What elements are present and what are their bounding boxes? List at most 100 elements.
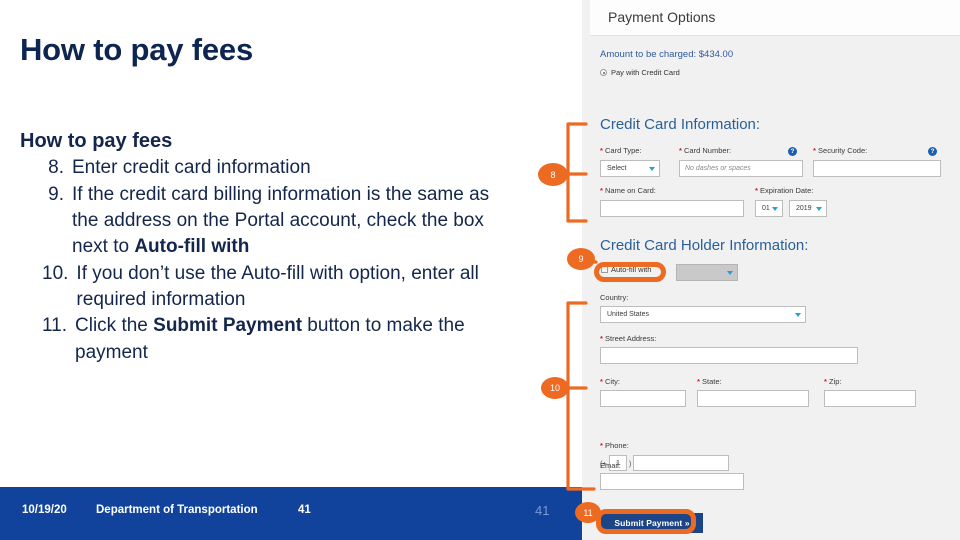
step-text-part: If you don’t use the Auto-fill with opti…	[76, 262, 479, 310]
email-label: Email:	[600, 461, 621, 470]
chevron-down-icon	[772, 207, 778, 211]
street-address-input[interactable]	[600, 347, 858, 364]
credit-card-holder-information-heading: Credit Card Holder Information:	[600, 237, 809, 254]
auto-fill-select-value	[677, 265, 737, 269]
required-marker: *	[697, 377, 700, 386]
security-code-label: * Security Code:	[813, 146, 867, 155]
required-marker: *	[600, 441, 603, 450]
step-text: Enter credit card information	[72, 155, 490, 181]
footer-organization: Department of Transportation	[96, 504, 258, 516]
required-marker: *	[600, 377, 603, 386]
required-marker: *	[755, 186, 758, 195]
phone-paren-right: )	[628, 458, 632, 468]
label-text: Street Address:	[605, 334, 657, 343]
required-marker: *	[600, 146, 603, 155]
label-text: Zip:	[829, 377, 842, 386]
label-text: City:	[605, 377, 621, 386]
callout-badge-9: 9	[567, 248, 595, 270]
chevron-down-icon	[649, 167, 655, 171]
required-marker: *	[813, 146, 816, 155]
phone-number-input[interactable]	[633, 455, 730, 471]
step-text-part: Click the	[75, 315, 154, 337]
security-code-help-icon[interactable]: ?	[928, 147, 937, 156]
step-text-part: Enter credit card information	[72, 157, 311, 179]
footer-page-number: 41	[535, 503, 550, 518]
step-number: 8.	[48, 157, 64, 179]
page-title: How to pay fees	[20, 32, 253, 67]
list-item: 9. If the credit card billing informatio…	[20, 182, 490, 261]
state-label: * State:	[697, 377, 722, 386]
label-text: Expiration Date:	[760, 186, 814, 195]
card-number-input[interactable]: No dashes or spaces	[679, 160, 803, 177]
highlight-auto-fill	[594, 262, 666, 282]
list-item: 8. Enter credit card information	[20, 155, 490, 181]
auto-fill-select[interactable]	[676, 264, 738, 281]
callout-badge-8: 8	[538, 163, 568, 186]
step-number: 11.	[42, 315, 68, 337]
name-on-card-label: * Name on Card:	[600, 186, 656, 195]
label-text: Email:	[600, 461, 621, 470]
callout-badge-10: 10	[541, 377, 569, 399]
instructions-block: How to pay fees 8. Enter credit card inf…	[20, 128, 490, 366]
state-input[interactable]	[697, 390, 809, 407]
label-text: Card Number:	[684, 146, 732, 155]
label-text: Country:	[600, 293, 629, 302]
zip-input[interactable]	[824, 390, 916, 407]
required-marker: *	[679, 146, 682, 155]
required-marker: *	[824, 377, 827, 386]
pay-radio-label: Pay with Credit Card	[611, 68, 680, 77]
app-header: Payment Options	[590, 0, 960, 36]
expiration-month-value: 01	[762, 205, 770, 212]
expiration-date-label: * Expiration Date:	[755, 186, 813, 195]
instructions-heading: How to pay fees	[20, 130, 173, 152]
step-text-bold: Auto-fill with	[134, 236, 250, 258]
city-label: * City:	[600, 377, 620, 386]
email-input[interactable]	[600, 473, 744, 490]
step-text: If you don’t use the Auto-fill with opti…	[76, 261, 490, 314]
list-item: 11. Click the Submit Payment button to m…	[20, 313, 490, 366]
callout-badge-11: 11	[575, 502, 601, 523]
required-marker: *	[600, 186, 603, 195]
label-text: Phone:	[605, 441, 629, 450]
chevron-down-icon	[727, 271, 733, 275]
highlight-submit-payment	[596, 509, 696, 534]
step-text-bold: Submit Payment	[153, 315, 303, 337]
required-marker: *	[600, 334, 603, 343]
expiration-year-select[interactable]: 2019	[789, 200, 827, 217]
step-number: 9.	[48, 183, 64, 205]
label-text: State:	[702, 377, 722, 386]
security-code-input[interactable]	[813, 160, 941, 177]
zip-label: * Zip:	[824, 377, 842, 386]
card-number-placeholder: No dashes or spaces	[685, 165, 751, 172]
name-on-card-input[interactable]	[600, 200, 744, 217]
label-text: Security Code:	[818, 146, 868, 155]
country-select[interactable]: United States	[600, 306, 806, 323]
step-number: 10.	[42, 262, 69, 284]
pay-with-credit-card-radio[interactable]: Pay with Credit Card	[600, 68, 680, 77]
credit-card-information-heading: Credit Card Information:	[600, 116, 761, 133]
list-item: 10. If you don’t use the Auto-fill with …	[20, 261, 490, 314]
country-label: Country:	[600, 293, 628, 302]
card-number-label: * Card Number:	[679, 146, 731, 155]
street-address-label: * Street Address:	[600, 334, 656, 343]
chevron-down-icon	[816, 207, 822, 211]
steps-list: 8. Enter credit card information 9. If t…	[20, 155, 490, 366]
label-text: Name on Card:	[605, 186, 656, 195]
city-input[interactable]	[600, 390, 686, 407]
radio-icon[interactable]	[600, 69, 607, 76]
footer-slide-number: 41	[298, 504, 311, 516]
amount-to-be-charged: Amount to be charged: $434.00	[600, 49, 734, 60]
card-type-select[interactable]: Select	[600, 160, 660, 177]
label-text: Card Type:	[605, 146, 642, 155]
phone-label: * Phone:	[600, 441, 629, 450]
expiration-month-select[interactable]: 01	[755, 200, 783, 217]
footer-date: 10/19/20	[22, 504, 67, 516]
chevron-down-icon	[795, 313, 801, 317]
footer-bar: 10/19/20 Department of Transportation 41…	[0, 487, 582, 540]
card-number-help-icon[interactable]: ?	[788, 147, 797, 156]
app-header-title: Payment Options	[608, 9, 716, 25]
card-type-label: * Card Type:	[600, 146, 642, 155]
country-value: United States	[607, 311, 650, 318]
step-text: Click the Submit Payment button to make …	[75, 313, 490, 366]
step-text: If the credit card billing information i…	[72, 182, 490, 261]
